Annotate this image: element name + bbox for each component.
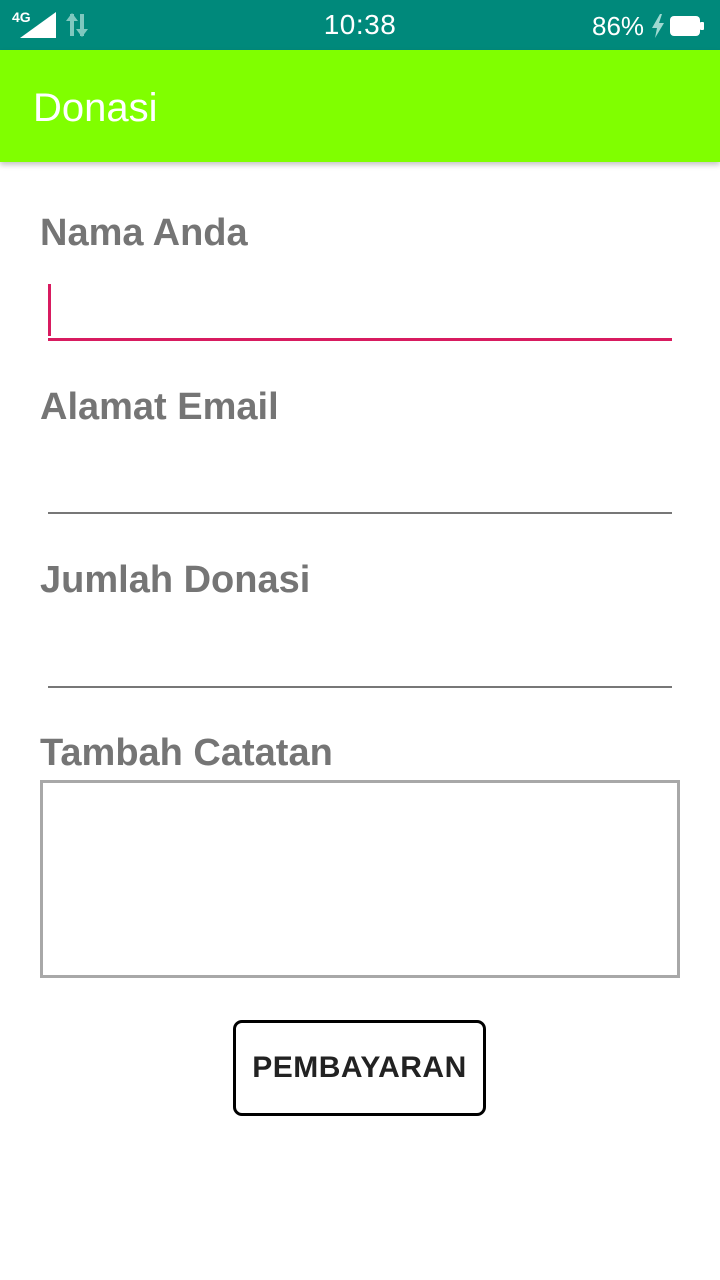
email-field[interactable] [48,454,672,514]
notes-label: Tambah Catatan [40,732,333,774]
text-cursor [48,284,51,336]
amount-label: Jumlah Donasi [40,559,311,601]
page-title: Donasi [33,86,158,130]
charging-bolt-icon [652,14,664,38]
amount-field[interactable] [48,628,672,688]
battery-icon [670,16,704,36]
app-bar: Donasi [0,50,720,162]
email-underline [48,512,672,514]
battery-percentage: 86% [592,11,645,41]
name-underline [48,338,672,341]
name-label: Nama Anda [40,212,248,254]
amount-underline [48,686,672,688]
notes-textarea[interactable] [40,780,680,978]
payment-button[interactable]: PEMBAYARAN [233,1020,486,1116]
name-field[interactable] [48,281,672,341]
status-bar: 4G 10:38 86% [0,0,720,50]
email-label: Alamat Email [40,386,279,428]
